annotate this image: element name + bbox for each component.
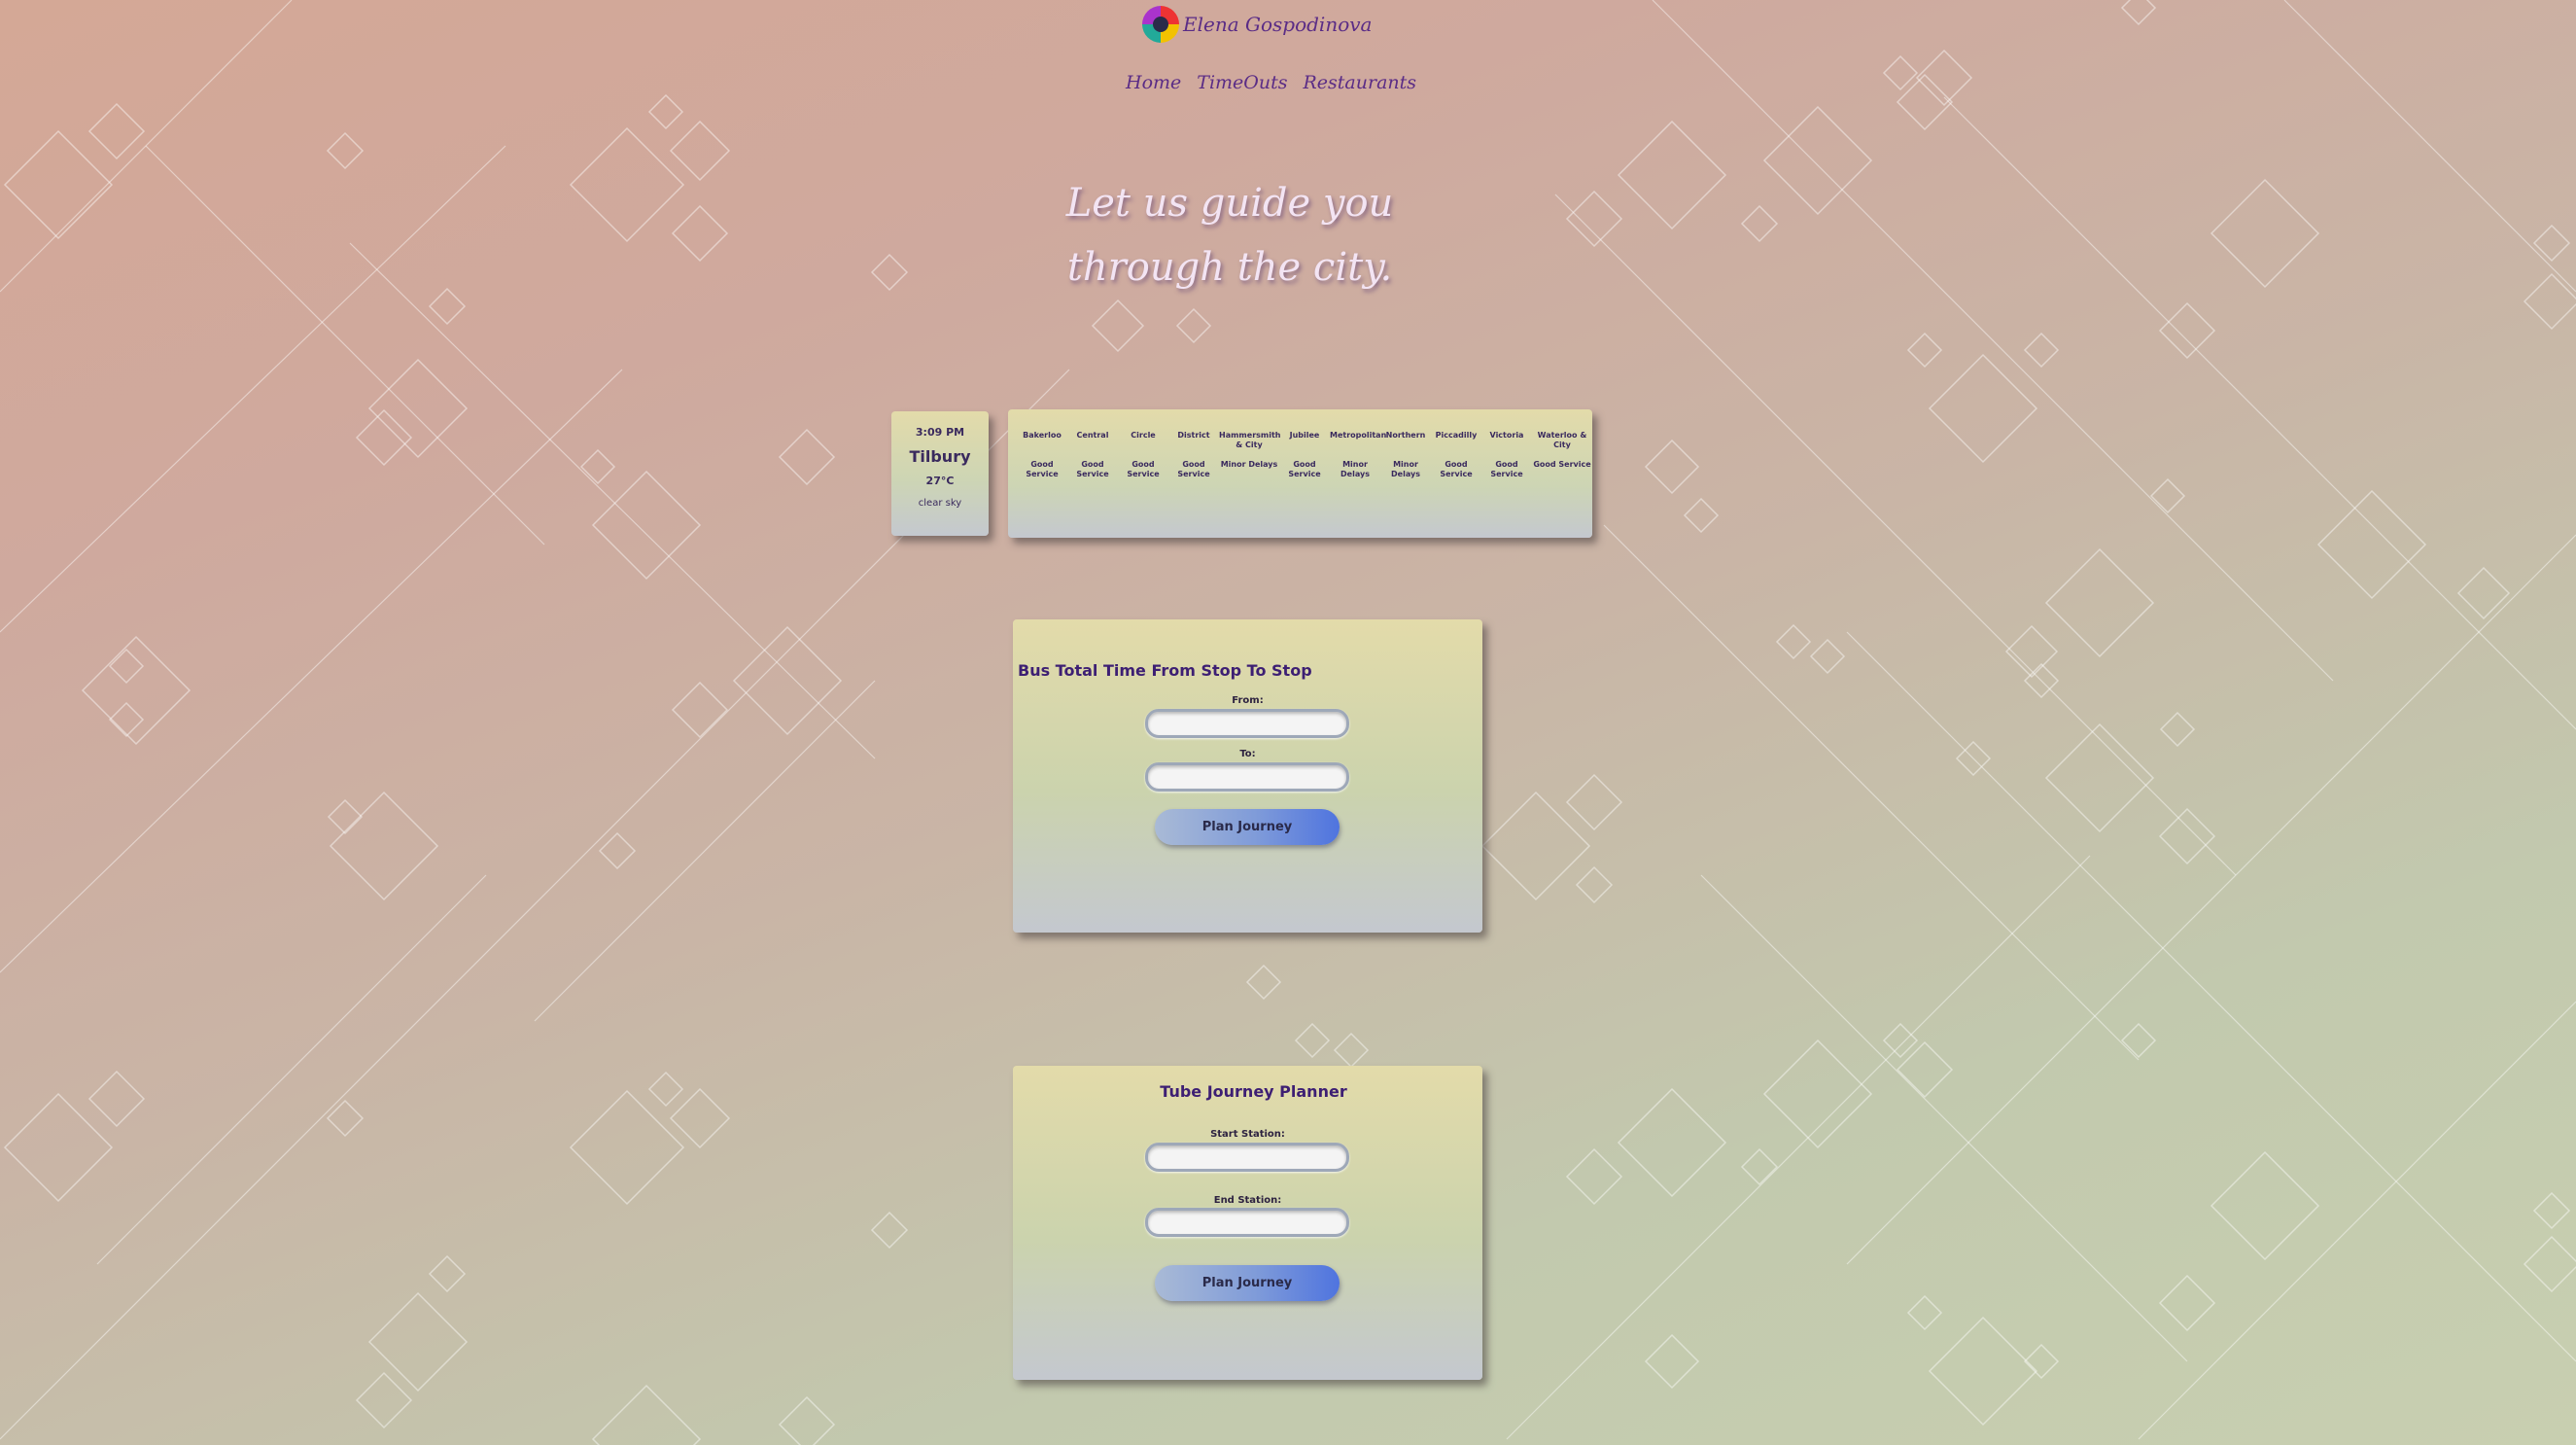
tube-line-status: Good Service bbox=[1288, 460, 1321, 478]
bus-form-title: Bus Total Time From Stop To Stop bbox=[1018, 661, 1312, 680]
weather-widget: 3:09 PM Tilbury 27°C clear sky bbox=[891, 411, 989, 536]
tube-line-name: Hammersmith & City bbox=[1219, 431, 1281, 449]
tube-line-status: Good Service bbox=[1076, 460, 1109, 478]
tube-line-column: Northern Minor Delays bbox=[1380, 431, 1431, 479]
tube-line-name: Central bbox=[1076, 431, 1109, 440]
tube-line-column: Circle Good Service bbox=[1118, 431, 1168, 479]
tube-line-column: Victoria Good Service bbox=[1481, 431, 1532, 479]
tube-line-name: Waterloo & City bbox=[1537, 431, 1587, 449]
brand[interactable]: Elena Gospodinova bbox=[1142, 6, 1372, 43]
hero-heading: Let us guide you through the city. bbox=[972, 171, 1487, 300]
weather-description: clear sky bbox=[918, 498, 962, 509]
tube-plan-journey-button[interactable]: Plan Journey bbox=[1155, 1265, 1340, 1301]
tube-line-status: Good Service bbox=[1490, 460, 1523, 478]
tube-line-column: Hammersmith & City Minor Delays bbox=[1219, 431, 1281, 479]
bus-journey-form: Bus Total Time From Stop To Stop From: T… bbox=[1013, 619, 1482, 933]
tube-line-name: Circle bbox=[1131, 431, 1156, 440]
tube-line-status: Good Service bbox=[1177, 460, 1210, 478]
camera-logo-icon bbox=[1142, 6, 1179, 43]
tube-line-column: Metropolitan Minor Delays bbox=[1330, 431, 1387, 479]
tube-line-status: Minor Delays bbox=[1220, 460, 1278, 469]
tube-journey-planner: Tube Journey Planner Start Station: End … bbox=[1013, 1066, 1482, 1380]
end-station-label: End Station: bbox=[1213, 1195, 1282, 1206]
tube-line-status: Minor Delays bbox=[1391, 460, 1420, 478]
nav-timeouts[interactable]: TimeOuts bbox=[1197, 72, 1287, 93]
hero-line-2: through the city. bbox=[1066, 245, 1393, 290]
nav-home[interactable]: Home bbox=[1126, 72, 1181, 93]
tube-line-name: Victoria bbox=[1489, 431, 1524, 440]
start-station-label: Start Station: bbox=[1210, 1129, 1285, 1140]
tube-status-columns: Bakerloo Good Service Central Good Service C… bbox=[1008, 409, 1592, 479]
brand-name: Elena Gospodinova bbox=[1183, 13, 1373, 36]
tube-line-status: Good Service bbox=[1026, 460, 1059, 478]
tube-line-name: Metropolitan bbox=[1330, 431, 1387, 440]
tube-line-name: District bbox=[1177, 431, 1210, 440]
weather-temperature: 27°C bbox=[925, 475, 955, 487]
planner-title: Tube Journey Planner bbox=[1160, 1082, 1347, 1101]
to-label: To: bbox=[1239, 749, 1256, 759]
tube-line-status: Good Service bbox=[1127, 460, 1160, 478]
from-label: From: bbox=[1232, 695, 1264, 706]
tube-line-column: District Good Service bbox=[1168, 431, 1219, 479]
end-station-input[interactable] bbox=[1145, 1208, 1349, 1237]
weather-time: 3:09 PM bbox=[915, 426, 965, 439]
bus-plan-journey-button[interactable]: Plan Journey bbox=[1155, 809, 1340, 845]
tube-line-name: Northern bbox=[1385, 431, 1426, 440]
to-input[interactable] bbox=[1145, 762, 1349, 792]
tube-line-column: Jubilee Good Service bbox=[1279, 431, 1330, 479]
tube-line-column: Waterloo & City Good Service bbox=[1532, 431, 1592, 479]
tube-line-column: Central Good Service bbox=[1067, 431, 1118, 479]
tube-line-status: Minor Delays bbox=[1340, 460, 1370, 478]
main-nav: Home TimeOuts Restaurants bbox=[1126, 72, 1416, 93]
nav-restaurants[interactable]: Restaurants bbox=[1304, 72, 1417, 93]
tube-line-name: Piccadilly bbox=[1435, 431, 1478, 440]
from-input[interactable] bbox=[1145, 709, 1349, 738]
tube-line-name: Bakerloo bbox=[1023, 431, 1062, 440]
start-station-input[interactable] bbox=[1145, 1143, 1349, 1172]
tube-status-widget: Bakerloo Good Service Central Good Service C… bbox=[1008, 409, 1592, 538]
tube-line-name: Jubilee bbox=[1289, 431, 1320, 440]
tube-line-column: Piccadilly Good Service bbox=[1431, 431, 1481, 479]
tube-line-column: Bakerloo Good Service bbox=[1017, 431, 1067, 479]
weather-city: Tilbury bbox=[909, 447, 971, 466]
tube-line-status: Good Service bbox=[1440, 460, 1473, 478]
tube-line-status: Good Service bbox=[1533, 460, 1591, 469]
hero-line-1: Let us guide you bbox=[1065, 181, 1394, 226]
